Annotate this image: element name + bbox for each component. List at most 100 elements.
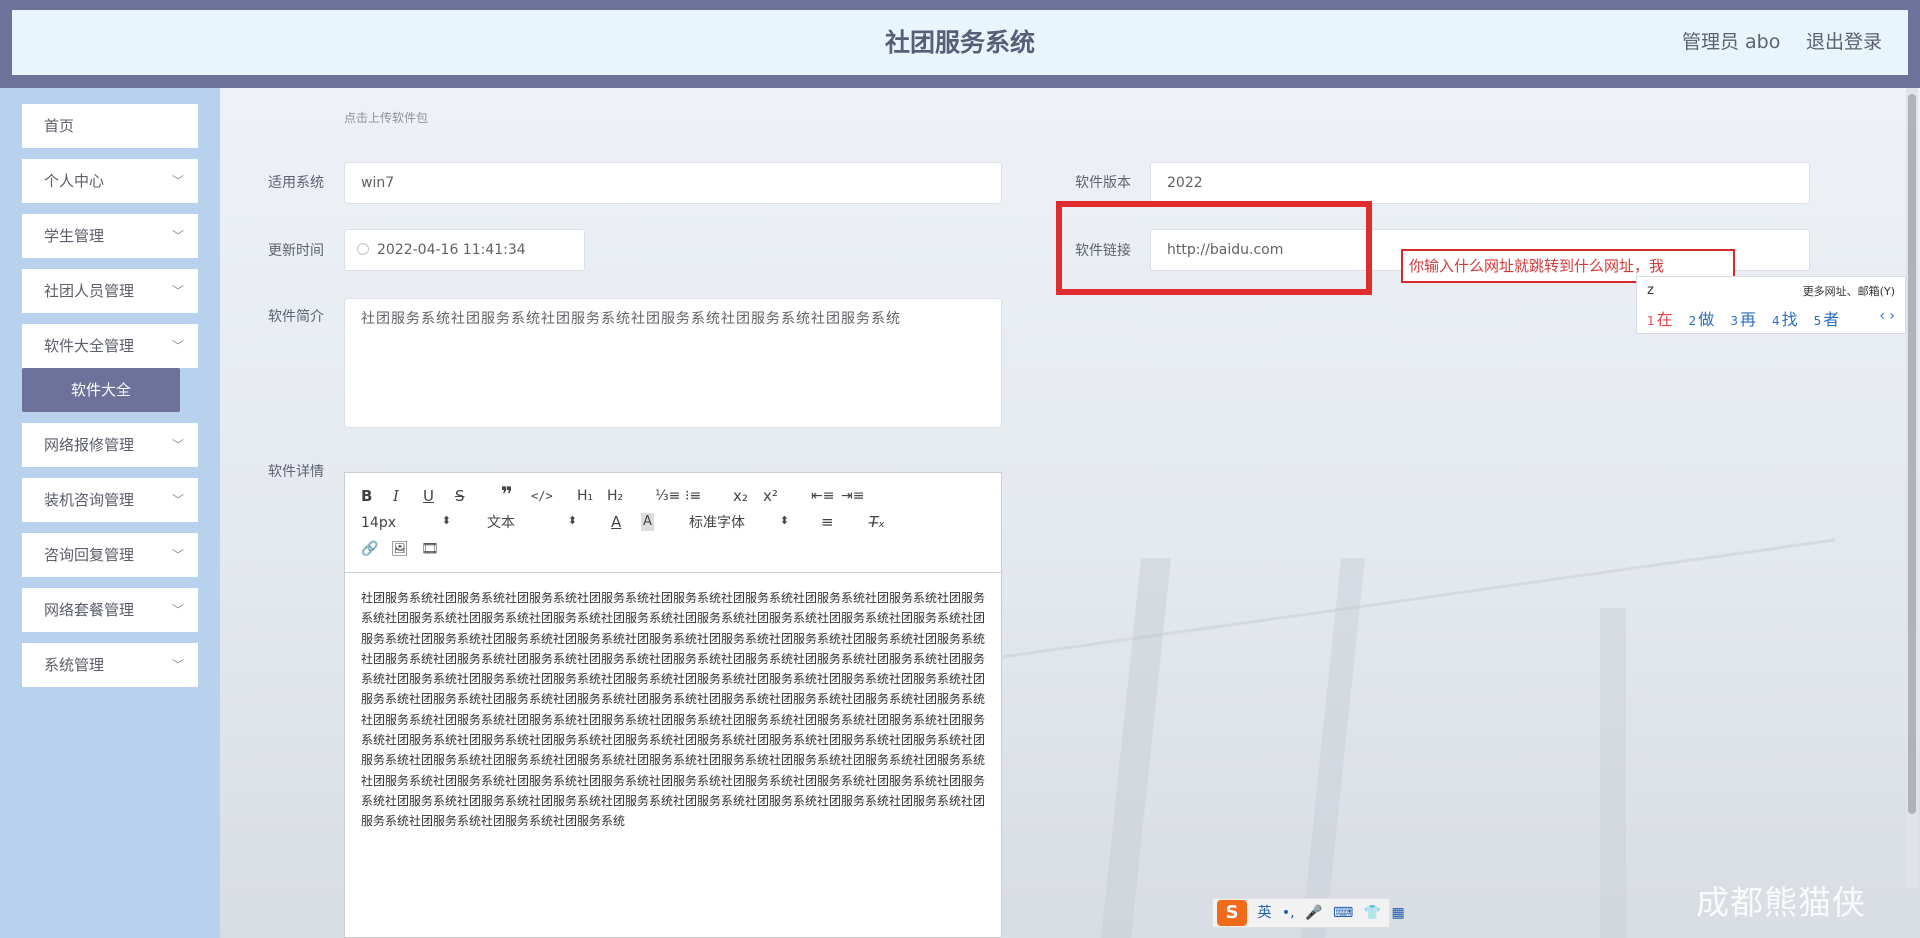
background-decoration bbox=[1098, 558, 1172, 938]
paragraph-select[interactable]: 文本 ⬍ bbox=[487, 514, 577, 532]
app-title: 社团服务系统 bbox=[884, 28, 1035, 57]
background-color-icon[interactable]: A bbox=[641, 513, 654, 531]
chevron-down-icon: ﹀ bbox=[171, 603, 184, 617]
sidebar-item-label: 个人中心 bbox=[44, 172, 105, 190]
sidebar-subitem-software-list[interactable]: 软件大全 bbox=[22, 368, 180, 412]
sidebar-item-label: 网络报修管理 bbox=[44, 436, 135, 454]
ime-candidate-number: 1 bbox=[1647, 314, 1655, 328]
font-family-select[interactable]: 标准字体 ⬍ bbox=[689, 514, 789, 532]
ime-candidate-number: 5 bbox=[1813, 314, 1822, 328]
heading1-icon[interactable]: H₁ bbox=[577, 487, 593, 505]
chevron-down-icon: ﹀ bbox=[171, 174, 184, 188]
page-scrollbar[interactable] bbox=[1906, 88, 1918, 888]
underline-icon[interactable]: U bbox=[423, 487, 434, 505]
skin-icon[interactable]: 👕 bbox=[1364, 899, 1381, 927]
link-icon[interactable]: 🔗 bbox=[361, 540, 378, 558]
intro-textarea[interactable]: 社团服务系统社团服务系统社团服务系统社团服务系统社团服务系统社团服务系统 bbox=[344, 298, 1002, 428]
sidebar-item-label: 咨询回复管理 bbox=[44, 546, 135, 564]
ime-input-text: z bbox=[1647, 283, 1654, 298]
font-size-select[interactable]: 14px ⬍ bbox=[361, 514, 451, 532]
sidebar-item-install-consult[interactable]: 装机咨询管理 ﹀ bbox=[22, 478, 198, 522]
update-time-picker[interactable]: 2022-04-16 11:41:34 bbox=[344, 229, 585, 271]
ime-more-option[interactable]: 更多网址、邮箱(Y) bbox=[1803, 283, 1895, 299]
ime-candidate-text: 再 bbox=[1739, 310, 1756, 329]
sidebar-item-network-repair[interactable]: 网络报修管理 ﹀ bbox=[22, 423, 198, 467]
blockquote-icon[interactable]: ❞ bbox=[501, 484, 513, 504]
select-arrow-icon: ⬍ bbox=[567, 514, 577, 527]
microphone-icon[interactable]: 🎤 bbox=[1305, 899, 1322, 927]
scroll-thumb[interactable] bbox=[1908, 94, 1916, 814]
sidebar-item-label: 网络套餐管理 bbox=[44, 601, 135, 619]
clock-icon bbox=[357, 243, 369, 255]
highlight-box bbox=[1056, 201, 1372, 295]
chevron-down-icon: ﹀ bbox=[171, 339, 184, 353]
sidebar-item-system[interactable]: 系统管理 ﹀ bbox=[22, 643, 198, 687]
chevron-down-icon: ﹀ bbox=[171, 284, 184, 298]
grid-menu-icon[interactable]: ▦ bbox=[1392, 899, 1405, 927]
upload-package-link[interactable]: 点击上传软件包 bbox=[344, 109, 428, 126]
ime-candidate[interactable]: 3再 bbox=[1730, 306, 1756, 330]
ime-candidate-text: 做 bbox=[1698, 310, 1715, 329]
align-icon[interactable]: ≡ bbox=[821, 513, 834, 531]
sidebar-item-label: 系统管理 bbox=[44, 656, 105, 674]
os-label: 适用系统 bbox=[268, 175, 324, 191]
sidebar-item-personal-center[interactable]: 个人中心 ﹀ bbox=[22, 159, 198, 203]
ordered-list-icon[interactable]: ⅓≡ bbox=[655, 487, 680, 505]
heading2-icon[interactable]: H₂ bbox=[607, 487, 623, 505]
indent-icon[interactable]: ⇥≡ bbox=[841, 487, 864, 505]
ime-candidate-number: 2 bbox=[1688, 314, 1697, 328]
ime-candidate-panel: z 更多网址、邮箱(Y) 1在 2做 3再 4找 5者 ‹ › bbox=[1636, 276, 1906, 334]
chevron-down-icon: ﹀ bbox=[171, 438, 184, 452]
superscript-icon[interactable]: x² bbox=[763, 487, 778, 505]
ime-candidate[interactable]: 2做 bbox=[1689, 306, 1715, 330]
background-decoration bbox=[1600, 608, 1626, 938]
sidebar-item-software[interactable]: 软件大全管理 ﹀ bbox=[22, 324, 198, 368]
chevron-down-icon: ﹀ bbox=[171, 548, 184, 562]
ime-language-toggle[interactable]: 英 bbox=[1257, 899, 1271, 927]
version-label: 软件版本 bbox=[1075, 175, 1131, 191]
sidebar-item-students[interactable]: 学生管理 ﹀ bbox=[22, 214, 198, 258]
version-field[interactable]: 2022 bbox=[1150, 162, 1810, 204]
current-user: 管理员 abo bbox=[1682, 31, 1781, 53]
subscript-icon[interactable]: x₂ bbox=[733, 487, 748, 505]
strikethrough-icon[interactable]: S bbox=[455, 487, 465, 505]
update-time-label: 更新时间 bbox=[268, 243, 324, 259]
sogou-logo[interactable]: S bbox=[1217, 900, 1247, 926]
font-family-value: 标准字体 bbox=[689, 515, 745, 531]
font-color-icon[interactable]: A bbox=[611, 513, 621, 531]
ime-candidate[interactable]: 5者 bbox=[1814, 306, 1840, 330]
sidebar-item-home[interactable]: 首页 bbox=[22, 104, 198, 148]
ime-candidate[interactable]: 1在 bbox=[1647, 306, 1673, 330]
update-time-value: 2022-04-16 11:41:34 bbox=[377, 242, 526, 258]
intro-label: 软件简介 bbox=[268, 309, 324, 325]
ime-punctuation-toggle[interactable]: •, bbox=[1282, 899, 1295, 927]
sidebar: 首页 个人中心 ﹀ 学生管理 ﹀ 社团人员管理 ﹀ 软件大全管理 ﹀ 软件大全 网络报修… bbox=[0, 88, 220, 938]
bold-icon[interactable]: B bbox=[361, 487, 372, 505]
code-icon[interactable]: </> bbox=[531, 487, 553, 505]
sidebar-item-label: 社团人员管理 bbox=[44, 282, 135, 300]
details-label: 软件详情 bbox=[268, 464, 324, 480]
ime-candidate[interactable]: 4找 bbox=[1772, 306, 1798, 330]
ime-candidate-text: 者 bbox=[1823, 310, 1840, 329]
chevron-down-icon: ﹀ bbox=[171, 229, 184, 243]
outdent-icon[interactable]: ⇤≡ bbox=[811, 487, 834, 505]
italic-icon[interactable]: I bbox=[393, 487, 399, 505]
paragraph-value: 文本 bbox=[487, 515, 515, 531]
logout-link[interactable]: 退出登录 bbox=[1806, 10, 1882, 75]
video-icon[interactable]: 🎞 bbox=[421, 540, 439, 558]
os-field[interactable]: win7 bbox=[344, 162, 1002, 204]
ime-candidate-number: 4 bbox=[1771, 314, 1780, 328]
clear-format-icon[interactable]: T̶ₓ bbox=[869, 513, 885, 531]
ime-page-arrows[interactable]: ‹ › bbox=[1879, 308, 1895, 324]
header-bar: 社团服务系统 管理员 abo 退出登录 bbox=[12, 10, 1908, 75]
image-icon[interactable]: 🖼 bbox=[391, 540, 409, 558]
ime-candidate-text: 在 bbox=[1656, 310, 1673, 329]
sidebar-item-label: 首页 bbox=[44, 117, 75, 135]
sidebar-item-club-members[interactable]: 社团人员管理 ﹀ bbox=[22, 269, 198, 313]
editor-content[interactable]: 社团服务系统社团服务系统社团服务系统社团服务系统社团服务系统社团服务系统社团服务… bbox=[345, 574, 1001, 846]
sidebar-item-consult-reply[interactable]: 咨询回复管理 ﹀ bbox=[22, 533, 198, 577]
unordered-list-icon[interactable]: ⁝≡ bbox=[685, 487, 701, 505]
keyboard-icon[interactable]: ⌨ bbox=[1333, 899, 1353, 927]
sidebar-item-network-plans[interactable]: 网络套餐管理 ﹀ bbox=[22, 588, 198, 632]
ime-candidate-number: 3 bbox=[1730, 314, 1738, 328]
